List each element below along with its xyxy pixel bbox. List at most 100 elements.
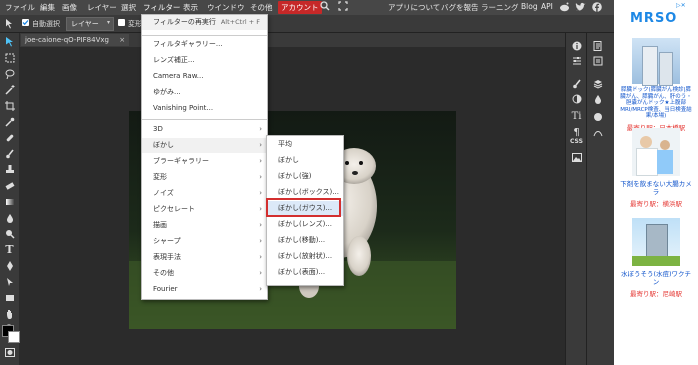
link-bug-report[interactable]: バグを報告 [441, 2, 479, 13]
move-tool-icon[interactable] [3, 36, 16, 47]
quick-mask-icon[interactable] [3, 347, 16, 358]
link-blog[interactable]: Blog [521, 2, 538, 11]
menu-item-sharpen[interactable]: シャープ › [142, 234, 267, 249]
menu-item-pixelate[interactable]: ピクセレート › [142, 202, 267, 217]
hand-tool-icon[interactable] [3, 308, 16, 319]
menu-item-label: シャープ [153, 237, 181, 245]
character-icon[interactable]: Ti [570, 111, 583, 122]
menu-account[interactable]: アカウント [278, 1, 322, 14]
brush-settings-icon[interactable] [570, 78, 583, 89]
auto-select-checkbox[interactable] [22, 19, 29, 26]
marquee-tool-icon[interactable] [3, 52, 16, 63]
css-panel-button[interactable]: CSS [570, 136, 583, 147]
pen-tool-icon[interactable] [3, 260, 16, 271]
menu-edit[interactable]: 編集 [40, 2, 55, 13]
swatches-icon[interactable] [591, 111, 604, 122]
image-icon[interactable] [570, 152, 583, 163]
menu-more[interactable]: その他 [250, 2, 273, 13]
submenu-item-motion-blur[interactable]: ぼかし(移動)... [267, 233, 343, 248]
ad-image [632, 128, 680, 176]
background-color-swatch[interactable] [8, 331, 20, 343]
menu-item-blur-gallery[interactable]: ブラーギャラリー › [142, 154, 267, 169]
menu-view[interactable]: 表示 [183, 2, 198, 13]
lasso-tool-icon[interactable] [3, 68, 16, 79]
eraser-icon[interactable] [3, 180, 16, 191]
submenu-item-lens-blur[interactable]: ぼかし(レンズ)... [267, 217, 343, 232]
blur-tool-icon[interactable] [3, 212, 16, 223]
move-tool-icon[interactable] [5, 18, 14, 31]
menu-image[interactable]: 画像 [62, 2, 77, 13]
ad-sidebar[interactable]: ▷✕ MRSO 膵臓ドック(膵臓がん検診|膵臓がん、膵臓がん、肝のう・胆嚢がんド… [614, 0, 698, 365]
eyedropper-icon[interactable] [3, 116, 16, 127]
dodge-tool-icon[interactable] [3, 228, 16, 239]
menu-item-filter-gallery[interactable]: フィルタギャラリー... [142, 37, 267, 52]
menu-item-blur[interactable]: ぼかし › [142, 138, 267, 153]
menubar: ファイル 編集 画像 レイヤー 選択 フィルター 表示 ウインドウ その他 アカ… [0, 0, 614, 15]
menu-filter[interactable]: フィルター [143, 2, 180, 13]
link-api[interactable]: API [541, 2, 553, 11]
menu-file[interactable]: ファイル [5, 2, 35, 13]
menu-item-lens-correction[interactable]: レンズ補正... [142, 53, 267, 68]
chevron-right-icon: › [259, 269, 262, 277]
facebook-icon[interactable] [592, 2, 602, 14]
menu-item-liquify[interactable]: ゆがみ... [142, 85, 267, 100]
submenu-item-surface-blur[interactable]: ぼかし(表面)... [267, 265, 343, 280]
search-icon[interactable] [320, 1, 330, 13]
menu-item-label: ノイズ [153, 189, 174, 197]
menu-item-other[interactable]: その他 › [142, 266, 267, 281]
menu-item-noise[interactable]: ノイズ › [142, 186, 267, 201]
document-tab[interactable]: joe-caione-qO-PIF84Vxg × [21, 34, 130, 46]
submenu-item-blur-more[interactable]: ぼかし(強) [267, 169, 343, 184]
properties-icon[interactable] [591, 55, 604, 66]
transform-checkbox[interactable] [118, 19, 125, 26]
adchoices-icon[interactable]: ▷✕ [676, 2, 686, 9]
menu-item-rerun-filter[interactable]: フィルターの再実行 Alt+Ctrl + F [142, 15, 267, 30]
layer-select-dropdown[interactable]: レイヤー ▾ [66, 17, 114, 31]
fullscreen-icon[interactable] [338, 1, 348, 13]
gradient-tool-icon[interactable] [3, 196, 16, 207]
ad-logo[interactable]: MRSO [630, 11, 677, 26]
ad-title[interactable]: 下剤を飲まない大腸カメラ [620, 180, 692, 196]
menu-layer[interactable]: レイヤー [87, 2, 117, 13]
channels-icon[interactable] [591, 93, 604, 104]
info-icon[interactable] [570, 40, 583, 51]
ad-card[interactable]: 下剤を飲まない大腸カメラ 最寄り駅：横浜駅 [620, 128, 692, 208]
path-select-icon[interactable] [3, 276, 16, 287]
menu-item-3d[interactable]: 3D › [142, 122, 267, 137]
ad-card[interactable]: 水ぼうそう(水痘)ワクチン 最寄り駅：尼崎駅 [620, 218, 692, 298]
menu-item-camera-raw[interactable]: Camera Raw... [142, 69, 267, 84]
menu-select[interactable]: 選択 [121, 2, 136, 13]
ad-title[interactable]: 水ぼうそう(水痘)ワクチン [620, 270, 692, 286]
history-icon[interactable] [591, 40, 604, 51]
menu-item-render[interactable]: 描画 › [142, 218, 267, 233]
menu-window[interactable]: ウインドウ [207, 2, 245, 13]
submenu-item-average[interactable]: 平均 [267, 137, 343, 152]
menu-item-vanishing-point[interactable]: Vanishing Point... [142, 101, 267, 116]
ad-image [632, 218, 680, 266]
link-about[interactable]: アプリについて [388, 2, 440, 13]
menu-item-stylize[interactable]: 表現手法 › [142, 250, 267, 265]
clone-stamp-icon[interactable] [3, 164, 16, 175]
healing-brush-icon[interactable] [3, 132, 16, 143]
ad-card[interactable]: 膵臓ドック(膵臓がん検診|膵臓がん、膵臓がん、肝のう・胆嚢がんドック★上腹部MR… [620, 38, 692, 132]
link-learning[interactable]: ラーニング [481, 2, 519, 13]
close-tab-icon[interactable]: × [119, 36, 125, 44]
crop-tool-icon[interactable] [3, 100, 16, 111]
sliders-icon[interactable] [570, 55, 583, 66]
brush-tool-icon[interactable] [3, 148, 16, 159]
chevron-down-icon: ▾ [106, 19, 110, 26]
reddit-icon[interactable] [559, 2, 570, 14]
menu-item-fourier[interactable]: Fourier › [142, 282, 267, 297]
adjustment-icon[interactable] [570, 93, 583, 104]
submenu-item-radial-blur[interactable]: ぼかし(放射状)... [267, 249, 343, 264]
magic-wand-icon[interactable] [3, 84, 16, 95]
submenu-item-blur[interactable]: ぼかし [267, 153, 343, 168]
twitter-icon[interactable] [575, 2, 586, 14]
menu-item-distort[interactable]: 変形 › [142, 170, 267, 185]
text-tool-icon[interactable]: T [3, 243, 16, 256]
ad-title[interactable]: 膵臓ドック(膵臓がん検診|膵臓がん、膵臓がん、肝のう・胆嚢がんドック★上腹部MR… [620, 87, 692, 120]
chevron-right-icon: › [259, 189, 262, 197]
shape-tool-icon[interactable] [3, 292, 16, 303]
paths-icon[interactable] [591, 127, 604, 138]
layers-icon[interactable] [591, 78, 604, 89]
